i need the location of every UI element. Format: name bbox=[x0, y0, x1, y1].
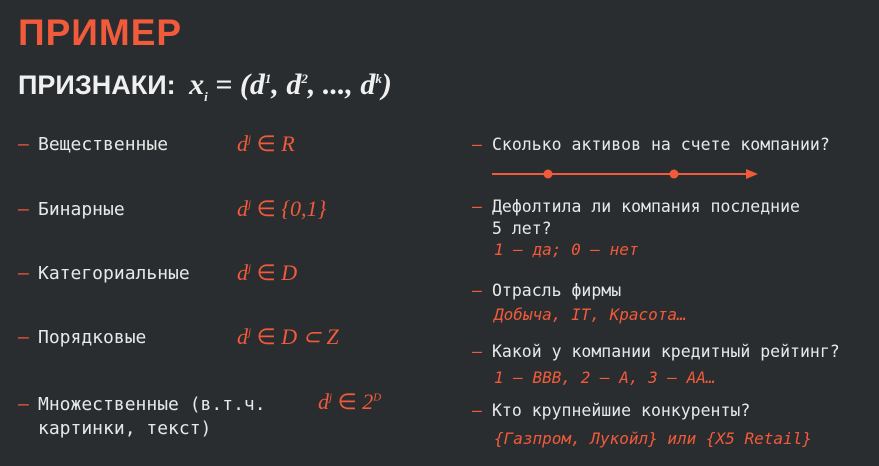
item-label: Множественные (в.т.ч. bbox=[38, 394, 266, 415]
dash-bullet: — bbox=[18, 263, 29, 284]
item-label: Вещественные bbox=[38, 134, 169, 155]
dash-bullet: — bbox=[472, 342, 482, 361]
item-label-cont: картинки, текст) bbox=[38, 418, 212, 439]
dash-bullet: — bbox=[472, 197, 482, 216]
item-label: Порядковые bbox=[38, 327, 147, 348]
math-real: dj ∈ R bbox=[237, 131, 295, 156]
number-line-point bbox=[543, 169, 553, 179]
math-categorical: dj ∈ D bbox=[237, 260, 298, 285]
dash-bullet: — bbox=[472, 135, 482, 154]
dash-bullet: — bbox=[18, 134, 29, 155]
question-assets: — Сколько активов на счете компании? bbox=[472, 135, 830, 154]
question-default: — Дефолтила ли компания последние 5 лет? bbox=[472, 197, 800, 238]
list-item-ordinal: — Порядковые bbox=[18, 326, 146, 350]
answer-rating: 1 – BBB, 2 – A, 3 – AA… bbox=[494, 368, 716, 387]
slide-title: ПРИМЕР bbox=[18, 12, 183, 53]
dash-bullet: — bbox=[18, 327, 29, 348]
math-binary: dj ∈ {0,1} bbox=[237, 196, 327, 221]
item-label: Бинарные bbox=[38, 199, 125, 220]
number-line-arrow bbox=[492, 169, 758, 179]
number-line-point bbox=[669, 169, 679, 179]
answer-competitors: {Газпром, Лукойл} или {X5 Retail} bbox=[494, 429, 812, 448]
question-industry: — Отрасль фирмы bbox=[472, 281, 622, 300]
list-item-set: — Множественные (в.т.ч. картинки, текст) bbox=[18, 393, 266, 441]
feature-vector-formula: xi = (d1, d2, ..., dk) bbox=[189, 68, 392, 104]
item-label: Категориальные bbox=[38, 263, 190, 284]
list-item-real: — Вещественные bbox=[18, 133, 168, 157]
list-item-binary: — Бинарные bbox=[18, 198, 125, 222]
math-set: dj ∈ 2D bbox=[318, 389, 382, 414]
dash-bullet: — bbox=[472, 401, 482, 420]
subtitle: ПРИЗНАКИ: xi = (d1, d2, ..., dk) bbox=[18, 68, 392, 105]
dash-bullet: — bbox=[18, 394, 29, 415]
answer-default: 1 – да; 0 – нет bbox=[494, 240, 639, 259]
subtitle-label: ПРИЗНАКИ: bbox=[18, 70, 176, 100]
dash-bullet: — bbox=[18, 199, 29, 220]
dash-bullet: — bbox=[472, 281, 482, 300]
answer-industry: Добыча, IT, Красота… bbox=[494, 305, 687, 324]
math-ordinal: dj ∈ D ⊂ Z bbox=[237, 324, 339, 349]
arrow-head bbox=[746, 169, 758, 179]
question-competitors: — Кто крупнейшие конкуренты? bbox=[472, 401, 751, 420]
question-rating: — Какой у компании кредитный рейтинг? bbox=[472, 342, 840, 361]
list-item-categorical: — Категориальные bbox=[18, 262, 190, 286]
